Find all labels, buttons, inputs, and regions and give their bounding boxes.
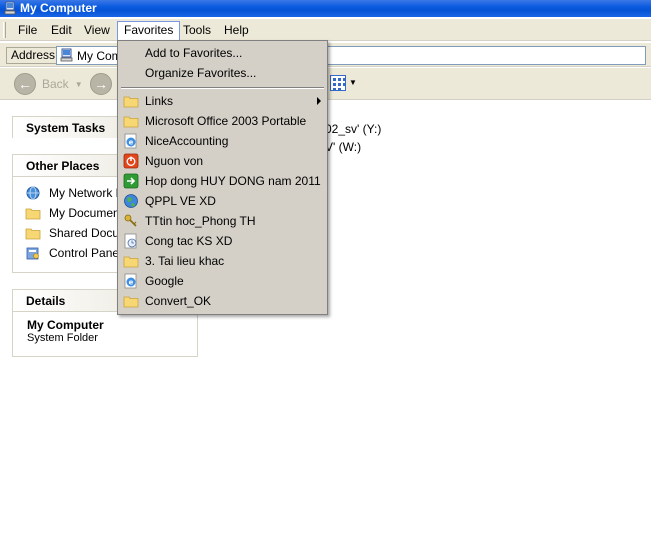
menu-item-label: Google [145, 274, 184, 288]
my-computer-icon [4, 1, 16, 15]
favorites-item[interactable]: Cong tac KS XD [118, 231, 327, 251]
title-bar[interactable]: My Computer [0, 0, 651, 17]
globe-icon [124, 194, 138, 208]
other-places-title: Other Places [26, 159, 100, 173]
menu-item-label: Convert_OK [145, 294, 212, 308]
clock-page-icon [124, 233, 137, 249]
favorites-menu: Add to Favorites... Organize Favorites..… [117, 40, 328, 315]
back-label: Back [42, 77, 69, 91]
forward-arrow-icon: → [90, 73, 112, 95]
other-place-label: My Network P [49, 186, 124, 200]
details-title: Details [26, 294, 66, 308]
svg-text:e: e [129, 279, 134, 287]
menu-separator [121, 87, 324, 89]
menu-item-label: Microsoft Office 2003 Portable [145, 114, 307, 128]
menu-edit[interactable]: Edit [45, 21, 78, 40]
menu-favorites[interactable]: Favorites [117, 21, 181, 40]
favorites-item[interactable]: 3. Tai lieu khac [118, 251, 327, 271]
favorites-item[interactable]: Nguon von [118, 151, 327, 171]
submenu-arrow-icon [317, 97, 321, 105]
favorites-item[interactable]: e NiceAccounting [118, 131, 327, 151]
views-icon[interactable] [330, 75, 346, 91]
menu-help[interactable]: Help [218, 21, 255, 40]
folder-icon [123, 296, 139, 308]
back-button[interactable]: ← Back ▼ [14, 72, 83, 96]
menu-item-label: Cong tac KS XD [145, 234, 233, 248]
favorites-add[interactable]: Add to Favorites... [118, 43, 327, 63]
drive-item[interactable]: V' (W:) [325, 140, 361, 154]
menu-bar: File Edit View Favorites Tools Help [0, 19, 651, 41]
views-dropdown-icon[interactable]: ▼ [349, 78, 357, 87]
menu-item-label: TTtin hoc_Phong TH [145, 214, 256, 228]
keys-icon [124, 214, 137, 227]
menu-item-label: Add to Favorites... [145, 46, 243, 60]
favorites-item-links[interactable]: Links [118, 91, 327, 111]
folder-icon [25, 208, 41, 220]
menu-item-label: Hop dong HUY DONG nam 2011 [145, 174, 321, 188]
details-panel: My Computer System Folder [12, 311, 198, 357]
menu-view[interactable]: View [78, 21, 116, 40]
menu-grip[interactable] [3, 22, 6, 38]
ie-page-icon: e [124, 133, 137, 149]
favorites-item[interactable]: Convert_OK [118, 291, 327, 311]
menu-tools[interactable]: Tools [177, 21, 217, 40]
back-dropdown-icon[interactable]: ▼ [75, 80, 83, 89]
ie-page-icon: e [124, 273, 137, 289]
folder-icon [25, 228, 41, 240]
drive-item[interactable]: 02_sv' (Y:) [325, 122, 381, 136]
system-tasks-title: System Tasks [26, 121, 106, 135]
favorites-item[interactable]: Hop dong HUY DONG nam 2011 [118, 171, 327, 191]
forward-button[interactable]: → [90, 72, 112, 96]
folder-icon [123, 96, 139, 108]
folder-icon [123, 256, 139, 268]
menu-item-label: Nguon von [145, 154, 204, 168]
favorites-item[interactable]: QPPL VE XD [118, 191, 327, 211]
favorites-item[interactable]: TTtin hoc_Phong TH [118, 211, 327, 231]
menu-file[interactable]: File [12, 21, 43, 40]
window-title: My Computer [20, 1, 97, 15]
network-places-icon [26, 186, 40, 200]
my-computer-icon [60, 48, 73, 62]
menu-item-label: Organize Favorites... [145, 66, 257, 80]
favorites-item[interactable]: e Google [118, 271, 327, 291]
menu-item-label: 3. Tai lieu khac [145, 254, 225, 268]
power-icon [123, 153, 139, 169]
details-item-type: System Folder [27, 332, 98, 344]
address-label: Address [6, 47, 61, 64]
menu-item-label: NiceAccounting [145, 134, 229, 148]
menu-item-label: Links [145, 94, 174, 108]
back-arrow-icon: ← [14, 73, 36, 95]
svg-text:e: e [129, 139, 134, 147]
green-arrow-icon [123, 173, 139, 189]
folder-icon [123, 116, 139, 128]
control-panel-icon [26, 247, 39, 260]
menu-item-label: QPPL VE XD [145, 194, 216, 208]
favorites-item[interactable]: Microsoft Office 2003 Portable [118, 111, 327, 131]
other-place-label: Control Panel [49, 246, 122, 260]
favorites-organize[interactable]: Organize Favorites... [118, 63, 327, 83]
details-item-name: My Computer [27, 318, 104, 332]
